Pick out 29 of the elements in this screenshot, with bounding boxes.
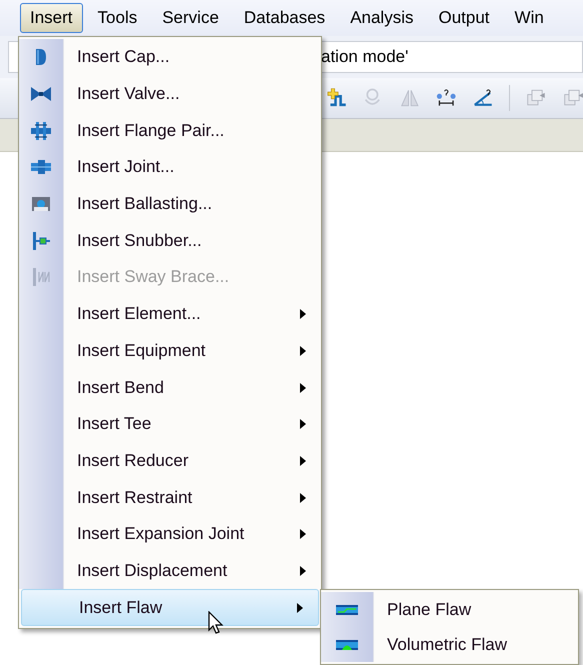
menu-item[interactable]: Insert Cap... bbox=[19, 39, 321, 76]
menu-item[interactable]: Insert Flaw bbox=[21, 589, 319, 626]
menu-item[interactable]: Plane Flaw bbox=[321, 592, 578, 627]
menu-item[interactable]: Insert Element... bbox=[19, 296, 321, 332]
snubber-icon bbox=[30, 230, 52, 252]
menu-item[interactable]: Insert Valve... bbox=[19, 76, 321, 112]
menu-item[interactable]: Insert Reducer bbox=[19, 442, 321, 480]
menu-item[interactable]: Insert Displacement bbox=[19, 552, 321, 590]
menu-item[interactable]: Insert Joint... bbox=[19, 149, 321, 186]
menu-item[interactable]: Insert Ballasting... bbox=[19, 186, 321, 222]
menu-item[interactable]: Insert Tee bbox=[19, 406, 321, 443]
menu-bar-item[interactable]: Insert bbox=[20, 3, 83, 33]
menu-bar-item[interactable]: Databases bbox=[234, 3, 336, 33]
menu-bar-item[interactable]: Tools bbox=[88, 3, 148, 33]
menu-bar-item[interactable]: Service bbox=[152, 3, 229, 33]
menu-item[interactable]: Insert Flange Pair... bbox=[19, 112, 321, 150]
sway-brace-icon bbox=[30, 266, 52, 288]
volumetric-flaw-icon bbox=[336, 638, 358, 652]
menu-bar-item[interactable]: Win bbox=[504, 3, 554, 33]
plane-flaw-icon bbox=[336, 602, 358, 616]
flange-pair-icon bbox=[30, 120, 52, 142]
menu-bar-item[interactable]: Analysis bbox=[340, 3, 424, 33]
menu-item[interactable]: Volumetric Flaw bbox=[321, 627, 578, 662]
menu-item[interactable]: Insert Bend bbox=[19, 369, 321, 406]
menu-item[interactable]: Insert Snubber... bbox=[19, 222, 321, 260]
menu-item[interactable]: Insert Expansion Joint bbox=[19, 516, 321, 553]
menu-item[interactable]: Insert Restraint bbox=[19, 479, 321, 516]
menu-item[interactable]: Insert Equipment bbox=[19, 332, 321, 370]
menu-bar-item[interactable]: Output bbox=[428, 3, 500, 33]
